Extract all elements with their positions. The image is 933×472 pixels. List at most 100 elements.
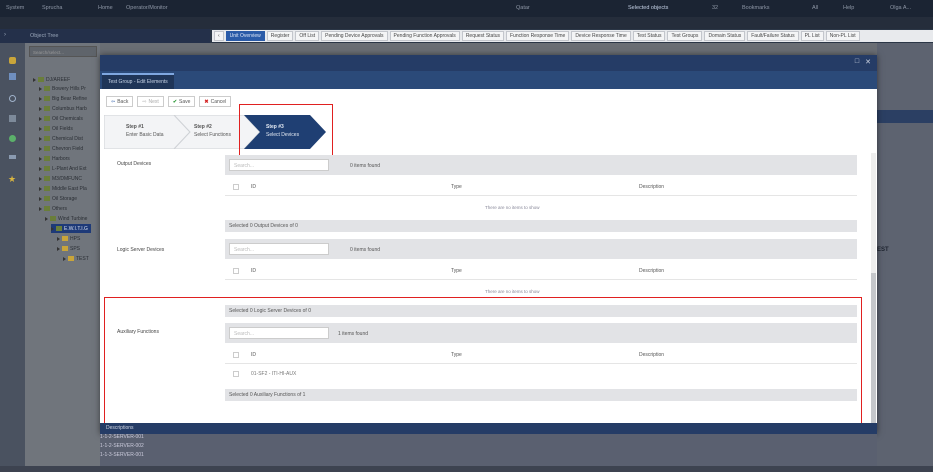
expand-icon[interactable]	[39, 176, 42, 181]
logic-search-input[interactable]: Search...	[229, 243, 329, 255]
tab-pending-function-approvals[interactable]: Pending Function Approvals	[389, 31, 460, 41]
expand-icon[interactable]	[51, 226, 54, 231]
bookmarks-button[interactable]: Bookmarks	[742, 5, 770, 11]
expand-icon[interactable]	[39, 166, 42, 171]
tab-prev-arrow[interactable]: ‹	[214, 31, 224, 41]
tree-item[interactable]: L-Plant And Ext	[39, 164, 86, 173]
expand-icon[interactable]	[39, 156, 42, 161]
highlight-step3-box	[239, 104, 333, 159]
tree-item[interactable]: Harbors	[39, 154, 70, 163]
folder-icon	[44, 146, 50, 151]
expand-icon[interactable]	[39, 106, 42, 111]
expand-icon[interactable]	[63, 256, 66, 261]
x-icon: ✖	[204, 98, 209, 105]
menu-operator[interactable]: Operator/Monitor	[126, 5, 168, 11]
bottom-row[interactable]: 1-1-3-SERVER-001	[100, 452, 144, 458]
tab-test-status[interactable]: Test Status	[632, 31, 666, 41]
expand-icon[interactable]	[39, 146, 42, 151]
output-table-header: ID Type Description	[225, 178, 857, 196]
output-selected-summary: Selected 0 Output Devices of 0	[225, 220, 857, 232]
tab-request-status[interactable]: Request Status	[461, 31, 504, 41]
tab-device-response-time[interactable]: Device Response Time	[571, 31, 631, 41]
tree-item[interactable]: HPS	[57, 234, 80, 243]
expand-icon[interactable]	[57, 236, 60, 241]
wizard-step-2[interactable]: Step #2 Select Functions	[172, 115, 231, 149]
output-search-input[interactable]: Search...	[229, 159, 329, 171]
scrollbar-thumb[interactable]	[871, 273, 876, 423]
expand-icon[interactable]	[39, 196, 42, 201]
tree-item[interactable]: M3/DMFUNC	[39, 174, 82, 183]
tree-item[interactable]: Big Bear Refine	[39, 94, 87, 103]
dialog-title-tab[interactable]: Test Group - Edit Elements	[102, 73, 174, 89]
tab-fault-failure-status[interactable]: Fault/Failure Status	[747, 31, 799, 41]
expand-icon[interactable]	[39, 96, 42, 101]
tree-item[interactable]: Chemical Dist	[39, 134, 83, 143]
tree-search-input[interactable]: Search/select...	[29, 46, 97, 57]
tab-domain-status[interactable]: Domain Status	[704, 31, 746, 41]
bottom-row[interactable]: 1-1-2-SERVER-001	[100, 434, 144, 440]
expand-icon[interactable]	[45, 216, 48, 221]
minus-icon[interactable]	[9, 155, 16, 159]
user-menu[interactable]: Olga A...	[890, 5, 911, 11]
star-icon[interactable]: ★	[8, 174, 16, 185]
tree-item[interactable]: Wind Turbine	[45, 214, 87, 223]
cancel-button[interactable]: ✖ Cancel	[199, 96, 232, 107]
column-type: Type	[451, 268, 462, 274]
tree-item[interactable]: Chevron Field	[39, 144, 83, 153]
expand-icon[interactable]	[39, 186, 42, 191]
expand-icon[interactable]	[57, 246, 60, 251]
wizard-step-1[interactable]: Step #1 Enter Basic Data	[104, 115, 164, 149]
tree-item-selected[interactable]: E.W.I.T.I.G	[51, 224, 91, 233]
tab-test-groups[interactable]: Test Groups	[667, 31, 703, 41]
folder-icon	[44, 96, 50, 101]
folder-icon	[44, 176, 50, 181]
logic-select-all-checkbox[interactable]	[233, 268, 239, 274]
tab-function-response-time[interactable]: Function Response Time	[506, 31, 570, 41]
dialog-scrollbar[interactable]	[871, 153, 876, 423]
save-button[interactable]: ✔ Save	[167, 96, 196, 107]
tree-item[interactable]: Others	[39, 204, 67, 213]
column-type: Type	[451, 184, 462, 190]
expand-icon[interactable]	[39, 86, 42, 91]
selected-objects-button[interactable]: Selected objects	[628, 5, 668, 11]
gear-icon[interactable]	[9, 57, 16, 64]
tab-non-pl-list[interactable]: Non-PL List	[825, 31, 860, 41]
tree-item[interactable]: TEST	[63, 254, 89, 263]
next-button[interactable]: ⇨ Next	[137, 96, 164, 107]
tab-off-list[interactable]: Off List	[295, 31, 320, 41]
menu-system[interactable]: System	[6, 5, 24, 11]
tree-item-root[interactable]: DJ/AREEF	[33, 75, 70, 84]
menu-sprucha[interactable]: Sprucha	[42, 5, 63, 11]
help-button[interactable]: Help	[843, 5, 854, 11]
tab-pending-device-approvals[interactable]: Pending Device Approvals	[321, 31, 388, 41]
folder-icon	[44, 86, 50, 91]
output-select-all-checkbox[interactable]	[233, 184, 239, 190]
bottom-row[interactable]: 1-1-2-SERVER-002	[100, 443, 144, 449]
search-icon[interactable]	[9, 95, 16, 102]
tree-item[interactable]: Bowery Hills Pr	[39, 84, 86, 93]
expand-icon[interactable]	[39, 116, 42, 121]
chevron-right-icon[interactable]: ›	[4, 32, 6, 38]
tree-item[interactable]: Oil Chemicals	[39, 114, 83, 123]
tab-pl-list[interactable]: PL List	[800, 31, 824, 41]
back-button[interactable]: ⇦ Back	[106, 96, 134, 107]
object-tree: Search/select... DJ/AREEF Bowery Hills P…	[25, 43, 100, 472]
status-icon[interactable]	[9, 135, 16, 142]
maximize-icon[interactable]: □	[855, 58, 859, 66]
tab-unit-overview[interactable]: Unit Overview	[225, 31, 265, 41]
close-icon[interactable]: ✕	[865, 58, 871, 66]
list-icon[interactable]	[9, 115, 16, 122]
expand-icon[interactable]	[33, 77, 36, 82]
expand-icon[interactable]	[39, 136, 42, 141]
expand-icon[interactable]	[39, 126, 42, 131]
tab-register[interactable]: Register	[266, 31, 294, 41]
expand-icon[interactable]	[39, 206, 42, 211]
tree-item[interactable]: Columbus Harb	[39, 104, 87, 113]
menu-home[interactable]: Home	[98, 5, 113, 11]
tree-item[interactable]: Middle East Pla	[39, 184, 87, 193]
tree-item[interactable]: SPS	[57, 244, 80, 253]
folder-icon	[44, 196, 50, 201]
tree-item[interactable]: Oil Storage	[39, 194, 77, 203]
person-icon[interactable]	[9, 73, 16, 80]
tree-item[interactable]: Oil Fields	[39, 124, 73, 133]
